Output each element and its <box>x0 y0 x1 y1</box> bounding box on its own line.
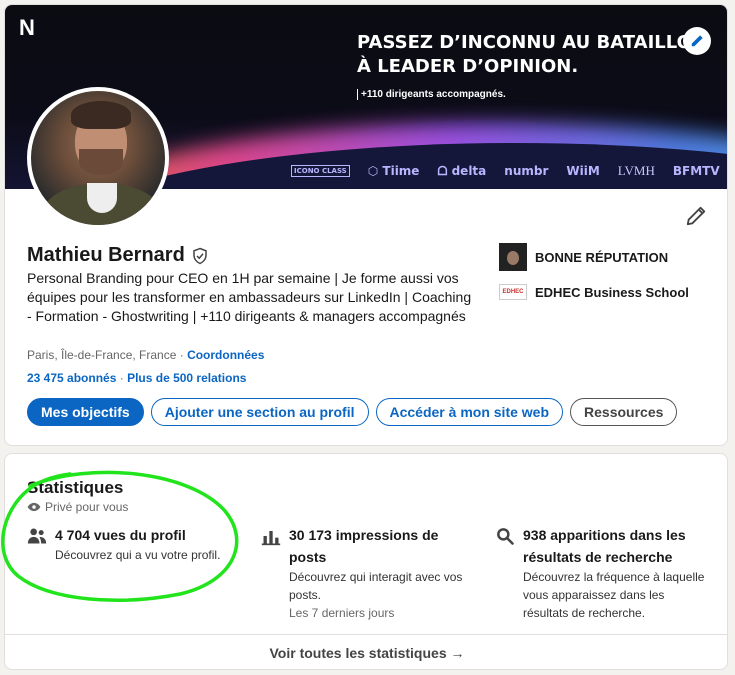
bar-chart-icon <box>261 531 281 546</box>
website-button[interactable]: Accéder à mon site web <box>375 398 564 426</box>
company-logo-face <box>507 251 519 265</box>
stats-card: Statistiques Privé pour vous 4 704 vues … <box>4 453 728 670</box>
banner-brands: ICONO CLASS ⬡ Tiime ᗝ delta numbr WiiM L… <box>291 163 720 179</box>
location-separator: · <box>176 348 188 362</box>
stat-value: 4 704 vues du profil <box>55 527 186 543</box>
banner-subline: +110 dirigeants accompagnés. <box>357 89 506 100</box>
avatar-hair <box>71 101 131 129</box>
stat-value: 938 apparitions dans les résultats de re… <box>523 527 686 565</box>
stat-profile-views[interactable]: 4 704 vues du profil Découvrez qui a vu … <box>27 524 247 564</box>
profile-name: Mathieu Bernard <box>27 244 185 266</box>
stat-desc: Découvrez qui a vu votre profil. <box>55 548 221 562</box>
stat-value: 30 173 impressions de posts <box>289 527 439 565</box>
private-text: Privé pour vous <box>45 500 129 514</box>
company-name: BONNE RÉPUTATION <box>535 249 669 265</box>
pencil-icon <box>686 206 706 226</box>
stat-note: Les 7 derniers jours <box>289 606 395 620</box>
network-counts: 23 475 abonnés · Plus de 500 relations <box>27 371 246 385</box>
stat-post-impressions[interactable]: 30 173 impressions de posts Découvrez qu… <box>261 524 471 622</box>
avatar[interactable] <box>27 87 169 229</box>
location-text: Paris, Île-de-France, France <box>27 348 177 362</box>
eye-icon <box>27 502 41 512</box>
education-school[interactable]: EDHEC EDHEC Business School <box>499 284 689 300</box>
profile-headline: Personal Branding pour CEO en 1H par sem… <box>27 270 472 324</box>
search-icon <box>497 528 514 545</box>
contact-info-link[interactable]: Coordonnées <box>187 348 264 362</box>
banner-headline: PASSEZ D’INCONNU AU BATAILLON À LEADER D… <box>357 31 707 79</box>
stat-text: 4 704 vues du profil Découvrez qui a vu … <box>55 524 220 564</box>
brand-logo: BFMTV <box>672 164 720 178</box>
avatar-shirt <box>87 183 117 213</box>
brand-logo: ⬡ Tiime <box>367 164 420 178</box>
name-row: Mathieu Bernard <box>27 244 209 267</box>
brand-logo: WiiM <box>566 164 600 178</box>
counts-separator: · <box>116 371 128 385</box>
profile-actions: Mes objectifs Ajouter une section au pro… <box>27 398 678 426</box>
profile-card: N PASSEZ D’INCONNU AU BATAILLON À LEADER… <box>4 4 728 446</box>
school-logo: EDHEC <box>499 284 527 300</box>
stats-title: Statistiques <box>27 478 124 497</box>
verified-shield-icon[interactable] <box>191 247 209 265</box>
banner-logo: N <box>19 15 35 40</box>
stat-desc: Découvrez la fréquence à laquelle vous a… <box>523 570 705 620</box>
private-label: Privé pour vous <box>27 500 128 514</box>
connections-link[interactable]: Plus de 500 relations <box>127 371 246 385</box>
followers-link[interactable]: 23 475 abonnés <box>27 371 116 385</box>
banner-headline-line1: PASSEZ D’INCONNU AU BATAILLON <box>357 32 707 53</box>
brand-logo: ICONO CLASS <box>291 165 350 177</box>
location-row: Paris, Île-de-France, France · Coordonné… <box>27 348 264 362</box>
school-name: EDHEC Business School <box>535 284 689 300</box>
current-company[interactable]: BONNE RÉPUTATION <box>499 243 668 271</box>
resources-button[interactable]: Ressources <box>570 398 678 426</box>
objectives-button[interactable]: Mes objectifs <box>27 398 144 426</box>
people-icon <box>27 528 47 544</box>
stat-text: 30 173 impressions de posts Découvrez qu… <box>289 524 464 622</box>
add-section-button[interactable]: Ajouter une section au profil <box>150 398 369 426</box>
see-all-stats-link[interactable]: Voir toutes les statistiques → <box>5 634 727 669</box>
stat-search-appearances[interactable]: 938 apparitions dans les résultats de re… <box>495 524 715 622</box>
stat-text: 938 apparitions dans les résultats de re… <box>523 524 713 622</box>
edit-banner-button[interactable] <box>683 27 711 55</box>
brand-logo: ᗝ delta <box>437 163 487 178</box>
stat-desc: Découvrez qui interagit avec vos posts. <box>289 570 463 602</box>
edit-profile-button[interactable] <box>685 205 707 232</box>
banner-headline-line2: À LEADER D’OPINION. <box>357 56 579 77</box>
brand-logo: LVMH <box>617 163 655 178</box>
avatar-beard <box>79 149 123 175</box>
pencil-icon <box>691 35 703 47</box>
brand-logo: numbr <box>504 164 549 178</box>
company-logo <box>499 243 527 271</box>
